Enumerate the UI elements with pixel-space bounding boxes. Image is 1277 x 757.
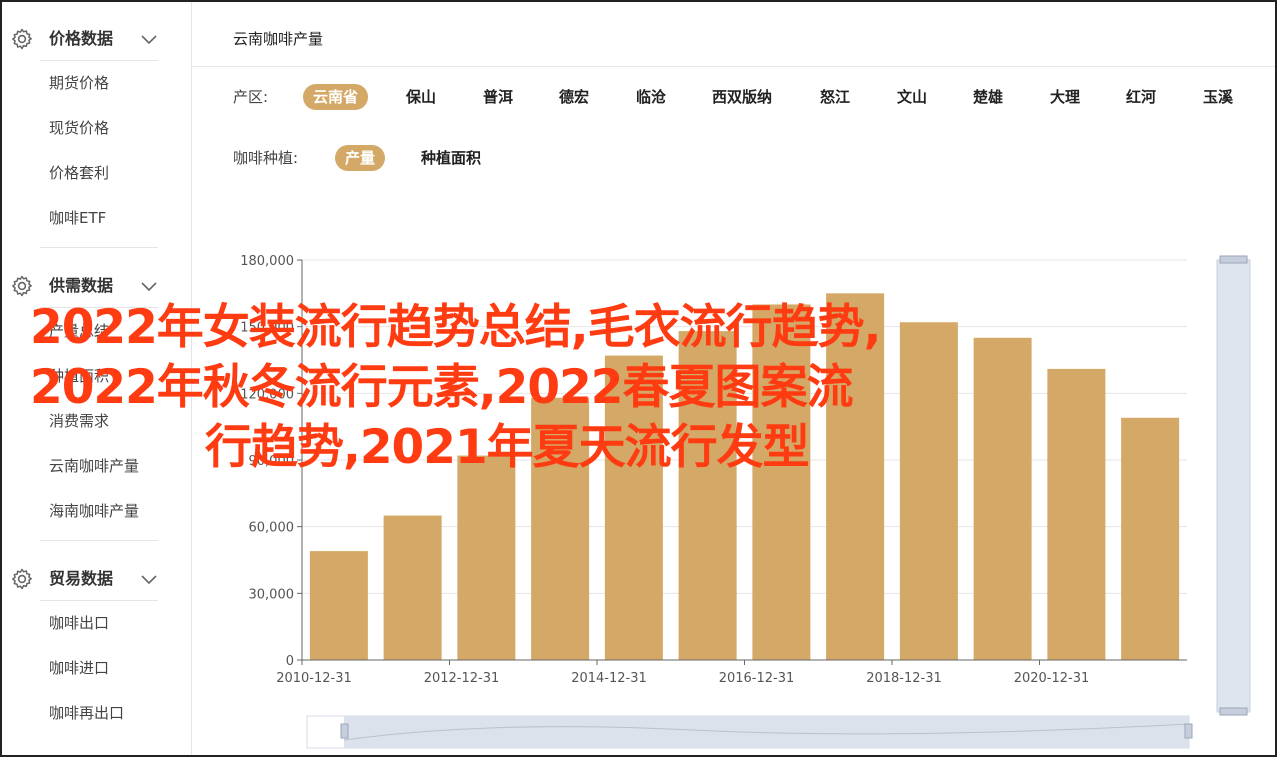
divider (40, 247, 158, 248)
x-tick-label: 2020-12-31 (1014, 671, 1090, 686)
bar (1047, 368, 1106, 660)
gear-icon (12, 568, 32, 590)
bar-chart: 0 30,000 60,000 90,000 120,000 150,000 180,000… (240, 254, 1251, 749)
x-tick-label: 2018-12-31 (866, 671, 942, 686)
divider (40, 307, 158, 308)
gear-icon (12, 275, 32, 297)
chart-x-axis: 2010-12-31 2012-12-31 2014-12-31 2016-12-31… (276, 659, 1187, 686)
region-chip-lincang[interactable]: 临沧 (636, 86, 666, 108)
y-tick-label: 90,000 (249, 454, 295, 469)
bar (309, 551, 368, 660)
x-tick-label: 2010-12-31 (276, 671, 352, 686)
sidebar-group-title: 贸易数据 (49, 569, 114, 588)
sidebar-group-title: 价格数据 (49, 29, 114, 48)
sidebar-item-hainan-production[interactable]: 海南咖啡产量 (49, 500, 139, 522)
divider (40, 540, 158, 541)
region-chip-puer[interactable]: 普洱 (483, 86, 513, 108)
divider (192, 66, 1275, 67)
bar (752, 304, 811, 660)
gear-icon (12, 28, 32, 50)
chevron-down-icon[interactable] (139, 29, 159, 49)
sidebar-group-supply-demand[interactable]: 供需数据 (2, 263, 192, 307)
bar (826, 293, 885, 660)
region-label: 产区: (233, 88, 269, 106)
region-chip-yunnan[interactable]: 云南省 (303, 84, 369, 110)
sidebar-item-arbitrage[interactable]: 价格套利 (49, 162, 109, 184)
page-title: 云南咖啡产量 (233, 30, 324, 48)
region-chip-yuxi[interactable]: 玉溪 (1203, 86, 1233, 108)
region-chip-dali[interactable]: 大理 (1050, 86, 1080, 108)
y-tick-label: 120,000 (240, 387, 294, 402)
slider-handle-top (1219, 255, 1248, 264)
x-tick-label: 2012-12-31 (424, 671, 500, 686)
x-tick-label: 2016-12-31 (719, 671, 795, 686)
region-chip-baoshan[interactable]: 保山 (406, 86, 436, 108)
sidebar-item-futures-price[interactable]: 期货价格 (49, 72, 109, 94)
region-chip-honghe[interactable]: 红河 (1126, 86, 1156, 108)
bar (604, 355, 663, 660)
chart-y-axis: 0 30,000 60,000 90,000 120,000 150,000 180,000 (240, 254, 303, 669)
sidebar-item-production-summary[interactable]: 产量总结 (49, 320, 109, 342)
y-tick-label: 0 (286, 654, 294, 669)
planting-chip-area[interactable]: 种植面积 (421, 147, 481, 169)
region-chip-xishuangbanna[interactable]: 西双版纳 (712, 86, 772, 108)
sidebar-item-planting-area[interactable]: 种植面积 (49, 365, 109, 387)
sidebar-item-consumption[interactable]: 消费需求 (49, 410, 109, 432)
y-tick-label: 30,000 (249, 587, 295, 602)
bar (1121, 417, 1180, 660)
region-chip-chuxiong[interactable]: 楚雄 (973, 86, 1003, 108)
sidebar-item-yunnan-production[interactable]: 云南咖啡产量 (49, 455, 139, 477)
bar (531, 397, 590, 660)
region-chip-wenshan[interactable]: 文山 (897, 86, 927, 108)
bar (457, 455, 516, 660)
zoom-handle-left (340, 723, 349, 739)
sidebar-item-spot-price[interactable]: 现货价格 (49, 117, 109, 139)
chart-bars (309, 293, 1180, 660)
sidebar-group-trade[interactable]: 贸易数据 (2, 556, 192, 600)
bar (383, 515, 442, 660)
sidebar-item-coffee-reexport[interactable]: 咖啡再出口 (49, 702, 124, 724)
slider-handle-bottom (1219, 707, 1248, 716)
planting-chip-production[interactable]: 产量 (335, 145, 386, 171)
horizontal-zoom-slider[interactable] (306, 715, 1193, 749)
y-tick-label: 150,000 (240, 321, 294, 336)
bar (899, 322, 958, 660)
bar (678, 331, 737, 660)
y-tick-label: 180,000 (240, 254, 294, 269)
region-chip-dehong[interactable]: 德宏 (559, 86, 589, 108)
x-tick-label: 2014-12-31 (571, 671, 647, 686)
chevron-down-icon[interactable] (139, 569, 159, 589)
vertical-zoom-slider[interactable] (1216, 255, 1251, 716)
chevron-down-icon[interactable] (139, 276, 159, 296)
sidebar-item-coffee-import[interactable]: 咖啡进口 (49, 657, 109, 679)
sidebar-group-price[interactable]: 价格数据 (2, 16, 192, 60)
sidebar-item-coffee-export[interactable]: 咖啡出口 (49, 612, 109, 634)
planting-label: 咖啡种植: (233, 149, 299, 167)
region-chip-nujiang[interactable]: 怒江 (820, 86, 850, 108)
sidebar-group-title: 供需数据 (49, 276, 114, 295)
y-tick-label: 60,000 (249, 521, 295, 536)
divider (40, 600, 158, 601)
sidebar-item-coffee-etf[interactable]: 咖啡ETF (49, 207, 106, 229)
sidebar: 价格数据 期货价格 现货价格 价格套利 咖啡ETF 供需数据 产量总结 种植面积… (2, 2, 192, 755)
zoom-handle-right (1184, 723, 1193, 739)
divider (40, 60, 158, 61)
bar (973, 337, 1032, 660)
